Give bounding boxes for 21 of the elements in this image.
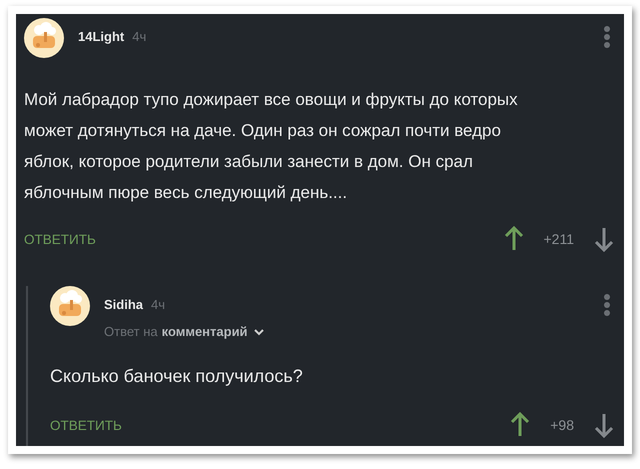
avatar-icon[interactable] bbox=[24, 18, 64, 58]
reply-to-link[interactable]: комментарий bbox=[162, 324, 248, 339]
downvote-arrow-icon[interactable] bbox=[594, 412, 614, 438]
more-menu-icon[interactable] bbox=[604, 294, 610, 316]
rating-count: +211 bbox=[544, 231, 574, 247]
comment-text: Сколько баночек получилось? bbox=[50, 365, 304, 388]
more-menu-icon[interactable] bbox=[604, 26, 610, 48]
chevron-down-icon[interactable] bbox=[254, 328, 264, 336]
reply-button[interactable]: ОТВЕТИТЬ bbox=[50, 418, 122, 432]
comment-time: 4ч bbox=[132, 29, 146, 44]
reply-to-label: Ответ на bbox=[104, 324, 158, 339]
downvote-arrow-icon[interactable] bbox=[594, 226, 614, 252]
avatar-icon[interactable] bbox=[50, 286, 90, 326]
author-name[interactable]: 14Light bbox=[78, 29, 124, 44]
comment-text: Мой лабрадор тупо дожирает все овощи и фрукты до которых может дотянуться на даче. Один раз он сожрал почти ведро яблок, которое родители забыли занести в дом. Он срал яблочным пюре весь следующий день.... bbox=[24, 89, 519, 204]
rating-count: +98 bbox=[550, 417, 574, 433]
reply-button[interactable]: ОТВЕТИТЬ bbox=[24, 232, 96, 246]
author-name[interactable]: Sidiha bbox=[104, 297, 144, 312]
comment-time: 4ч bbox=[151, 297, 166, 312]
upvote-arrow-icon[interactable] bbox=[504, 226, 524, 252]
upvote-arrow-icon[interactable] bbox=[510, 412, 530, 438]
